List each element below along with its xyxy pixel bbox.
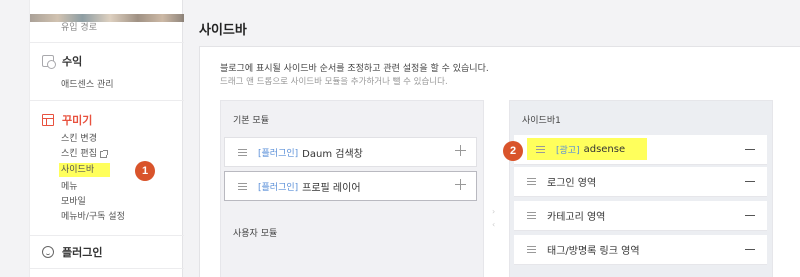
- module-label: 태그/방명록 링크 영역: [547, 246, 640, 257]
- annotation-badge-2: 2: [503, 141, 523, 161]
- blog-banner-image: [30, 14, 184, 22]
- module-label: 프로필 레이어: [302, 182, 361, 194]
- arrow-left-icon: ‹: [492, 220, 496, 229]
- module-tag-guestbook-link[interactable]: 태그/방명록 링크 영역: [514, 235, 767, 265]
- arrow-right-icon: ›: [492, 207, 496, 216]
- nav-section-customize[interactable]: 꾸미기: [42, 112, 92, 128]
- nav-item-adsense[interactable]: 애드센스 관리: [61, 79, 114, 91]
- drag-handle-icon[interactable]: [536, 145, 545, 153]
- module-login-area[interactable]: 로그인 영역: [514, 167, 767, 197]
- plugin-icon: [42, 246, 54, 258]
- revenue-icon: [42, 55, 56, 69]
- description: 블로그에 표시될 사이드바 순서를 조정하고 관련 설정을 할 수 있습니다.: [220, 64, 489, 74]
- sidebar1-panel: 사이드바1 [광고] adsense 로그인 영역 카테고리 영역 태그/방명록…: [509, 100, 773, 277]
- drag-handle-icon[interactable]: [238, 148, 247, 156]
- side-nav: 유입 경로 수익 애드센스 관리 꾸미기 스킨 변경 스킨 편집 사이드바 메뉴…: [29, 0, 184, 277]
- divider: [30, 268, 184, 269]
- page: 유입 경로 수익 애드센스 관리 꾸미기 스킨 변경 스킨 편집 사이드바 메뉴…: [0, 0, 800, 277]
- module-category-area[interactable]: 카테고리 영역: [514, 201, 767, 231]
- divider: [30, 100, 184, 101]
- remove-icon[interactable]: [745, 149, 755, 151]
- add-icon[interactable]: [455, 179, 466, 190]
- nav-section-label: 수익: [62, 55, 83, 68]
- nav-item-menu[interactable]: 메뉴: [61, 181, 78, 193]
- nav-item-menubar-subscribe[interactable]: 메뉴바/구독 설정: [61, 211, 125, 223]
- nav-section-revenue[interactable]: 수익: [42, 53, 82, 69]
- drag-handle-icon[interactable]: [527, 178, 536, 185]
- module-label: Daum 검색창: [302, 148, 363, 160]
- external-link-icon: [99, 149, 108, 158]
- panel-title: 기본 모듈: [233, 116, 269, 126]
- module-adsense[interactable]: [광고] adsense: [514, 135, 767, 165]
- remove-icon[interactable]: [745, 249, 755, 251]
- module-tag: [플러그인]: [258, 148, 299, 159]
- module-profile-layer[interactable]: [플러그인] 프로필 레이어: [224, 171, 477, 201]
- user-modules-title: 사용자 모듈: [233, 229, 278, 239]
- divider: [30, 235, 184, 236]
- nav-section-label: 플러그인: [62, 246, 103, 259]
- drag-handle-icon[interactable]: [527, 212, 536, 219]
- module-tag: [플러그인]: [258, 182, 299, 193]
- annotation-badge-1: 1: [135, 161, 155, 181]
- highlight-box: [광고] adsense: [527, 138, 647, 160]
- nav-section-label: 꾸미기: [62, 114, 93, 127]
- nav-item-skin-change[interactable]: 스킨 변경: [61, 133, 97, 145]
- remove-icon[interactable]: [745, 215, 755, 217]
- module-tag: [광고]: [556, 145, 580, 156]
- nav-item-label: 스킨 편집: [61, 149, 97, 159]
- module-daum-search[interactable]: [플러그인] Daum 검색창: [224, 137, 477, 167]
- module-label: 카테고리 영역: [547, 212, 606, 223]
- nav-item-sidebar[interactable]: 사이드바: [59, 163, 111, 177]
- module-label: 로그인 영역: [547, 178, 597, 189]
- remove-icon[interactable]: [745, 181, 755, 183]
- module-label: adsense: [583, 143, 626, 155]
- layout-icon: [42, 114, 54, 126]
- drag-handle-icon[interactable]: [527, 246, 536, 253]
- add-icon[interactable]: [455, 145, 466, 156]
- page-title: 사이드바: [199, 23, 247, 38]
- nav-section-plugin[interactable]: 플러그인: [42, 244, 102, 260]
- divider: [30, 42, 184, 43]
- basic-modules-panel: 기본 모듈 [플러그인] Daum 검색창 [플러그인] 프로필 레이어 사용자…: [220, 100, 484, 277]
- sidebar-settings-card: 블로그에 표시될 사이드바 순서를 조정하고 관련 설정을 할 수 있습니다. …: [199, 46, 800, 277]
- nav-item-inflow[interactable]: 유입 경로: [61, 22, 97, 34]
- nav-item-mobile[interactable]: 모바일: [61, 196, 86, 208]
- drag-handle-icon[interactable]: [238, 182, 247, 190]
- panel-title: 사이드바1: [522, 116, 561, 126]
- nav-item-skin-edit[interactable]: 스킨 편집: [61, 148, 108, 160]
- description-sub: 드래그 앤 드롭으로 사이드바 모듈을 추가하거나 뺄 수 있습니다.: [220, 77, 448, 87]
